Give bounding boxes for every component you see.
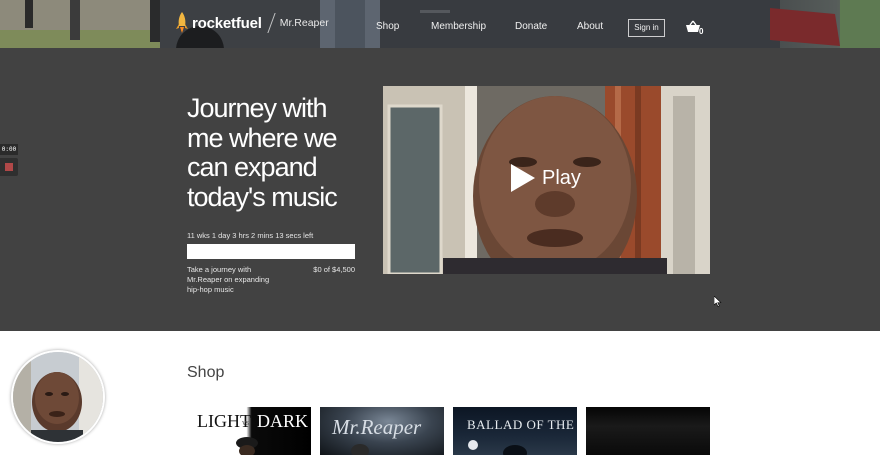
campaign-title: Journey with me where we can expand toda… — [187, 93, 338, 212]
mouse-cursor-icon — [714, 296, 722, 307]
goal-amount: $0 of $4,500 — [313, 265, 355, 274]
webcam-overlay — [11, 350, 105, 444]
nav-item-donate[interactable]: Donate — [515, 21, 547, 32]
brand[interactable]: rocketfuel Mr.Reaper — [176, 12, 329, 34]
product-cover-figure — [351, 444, 369, 455]
stop-recording-button[interactable] — [0, 158, 18, 176]
recording-timer: 0:00 — [0, 144, 18, 155]
countdown-text: 11 wks 1 day 3 hrs 2 mins 13 secs left — [187, 231, 314, 240]
creator-name: Mr.Reaper — [279, 17, 329, 29]
sign-in-button[interactable]: Sign in — [628, 19, 665, 37]
shop-product-card[interactable]: Mr.Reaper — [320, 407, 444, 455]
nav-item-membership[interactable]: Membership — [431, 21, 486, 32]
shop-product-card[interactable] — [586, 407, 710, 455]
campaign-video[interactable]: Play — [383, 86, 710, 274]
brand-name: rocketfuel — [192, 14, 262, 32]
product-cover-figure — [236, 437, 258, 455]
site-header: rocketfuel Mr.Reaper Shop Membership Don… — [0, 0, 880, 48]
cart-icon[interactable] — [685, 20, 707, 38]
nav-item-shop[interactable]: Shop — [376, 21, 399, 32]
stop-icon — [5, 163, 13, 171]
campaign-hero: Journey with me where we can expand toda… — [0, 48, 880, 331]
shop-section-title: Shop — [187, 364, 225, 381]
rocket-logo-icon — [176, 12, 188, 33]
shop-product-card[interactable]: LIGHT vs DARK — [187, 407, 311, 455]
play-icon — [511, 164, 535, 192]
play-label: Play — [542, 166, 581, 189]
cart-count: 0 — [699, 27, 704, 36]
brand-divider — [267, 13, 276, 33]
goal-description: Take a journey with Mr.Reaper on expandi… — [187, 265, 270, 294]
play-button[interactable]: Play — [511, 164, 581, 192]
funding-progress-bar — [187, 244, 355, 259]
shop-product-card[interactable]: BALLAD OF THE REAPER — [453, 407, 577, 455]
nav-item-about[interactable]: About — [577, 21, 603, 32]
product-cover-figure — [468, 440, 527, 455]
webcam-feed — [13, 352, 103, 442]
